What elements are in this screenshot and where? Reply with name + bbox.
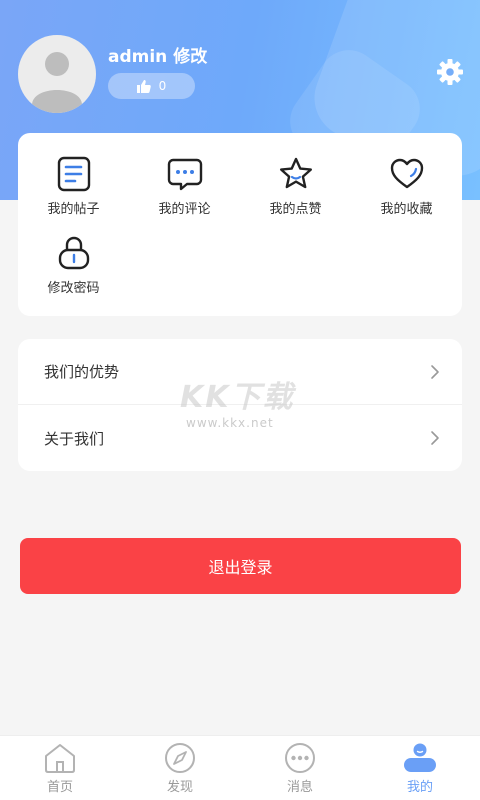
- tab-label: 我的: [406, 780, 433, 795]
- logout-button[interactable]: 退出登录: [20, 538, 461, 594]
- tab-messages[interactable]: 消息: [240, 742, 360, 795]
- chevron-right-icon: [431, 364, 439, 379]
- info-list-card: 我们的优势 关于我们: [18, 339, 462, 471]
- menu-item-my-posts[interactable]: 我的帖子: [18, 156, 129, 217]
- heart-icon: [390, 158, 423, 189]
- avatar[interactable]: [18, 35, 96, 113]
- compass-icon: [165, 743, 195, 773]
- home-icon: [45, 744, 75, 773]
- profile-icon: [404, 743, 436, 772]
- thumbs-up-icon: [136, 79, 151, 93]
- list-item-label: 我们的优势: [44, 363, 120, 381]
- comment-icon: [167, 158, 202, 191]
- tab-label: 首页: [46, 780, 73, 795]
- settings-button[interactable]: [436, 58, 464, 86]
- menu-item-label: 我的点赞: [269, 202, 322, 217]
- menu-item-change-password[interactable]: 修改密码: [18, 235, 129, 296]
- chevron-right-icon: [431, 431, 439, 445]
- bottom-tab-bar: 首页 发现 消息 我的: [0, 735, 480, 800]
- list-item-advantages[interactable]: 我们的优势: [18, 339, 462, 405]
- menu-item-my-likes[interactable]: 我的点赞: [240, 156, 351, 217]
- avatar-placeholder-icon: [32, 52, 82, 113]
- menu-item-my-favorites[interactable]: 我的收藏: [351, 156, 462, 217]
- gear-icon: [437, 59, 463, 85]
- tab-label: 发现: [166, 780, 193, 795]
- document-icon: [57, 156, 90, 192]
- tab-discover[interactable]: 发现: [120, 742, 240, 795]
- lock-icon: [58, 236, 89, 270]
- menu-item-label: 修改密码: [47, 281, 100, 296]
- menu-item-my-comments[interactable]: 我的评论: [129, 156, 240, 217]
- like-count: 0: [158, 79, 167, 93]
- tab-mine[interactable]: 我的: [360, 742, 480, 795]
- menu-item-label: 我的收藏: [380, 202, 433, 217]
- username[interactable]: admin 修改: [108, 42, 207, 67]
- tab-home[interactable]: 首页: [0, 742, 120, 795]
- message-icon: [285, 743, 315, 773]
- list-item-label: 关于我们: [44, 429, 105, 448]
- menu-item-label: 我的评论: [158, 202, 211, 217]
- like-badge: 0: [108, 73, 195, 99]
- list-item-about-us[interactable]: 关于我们: [18, 405, 462, 471]
- menu-item-label: 我的帖子: [47, 202, 100, 217]
- star-icon: [279, 157, 312, 189]
- tab-label: 消息: [286, 780, 313, 795]
- feature-menu-card: 我的帖子 我的评论 我的点赞 我的收藏 修改密码: [18, 133, 462, 316]
